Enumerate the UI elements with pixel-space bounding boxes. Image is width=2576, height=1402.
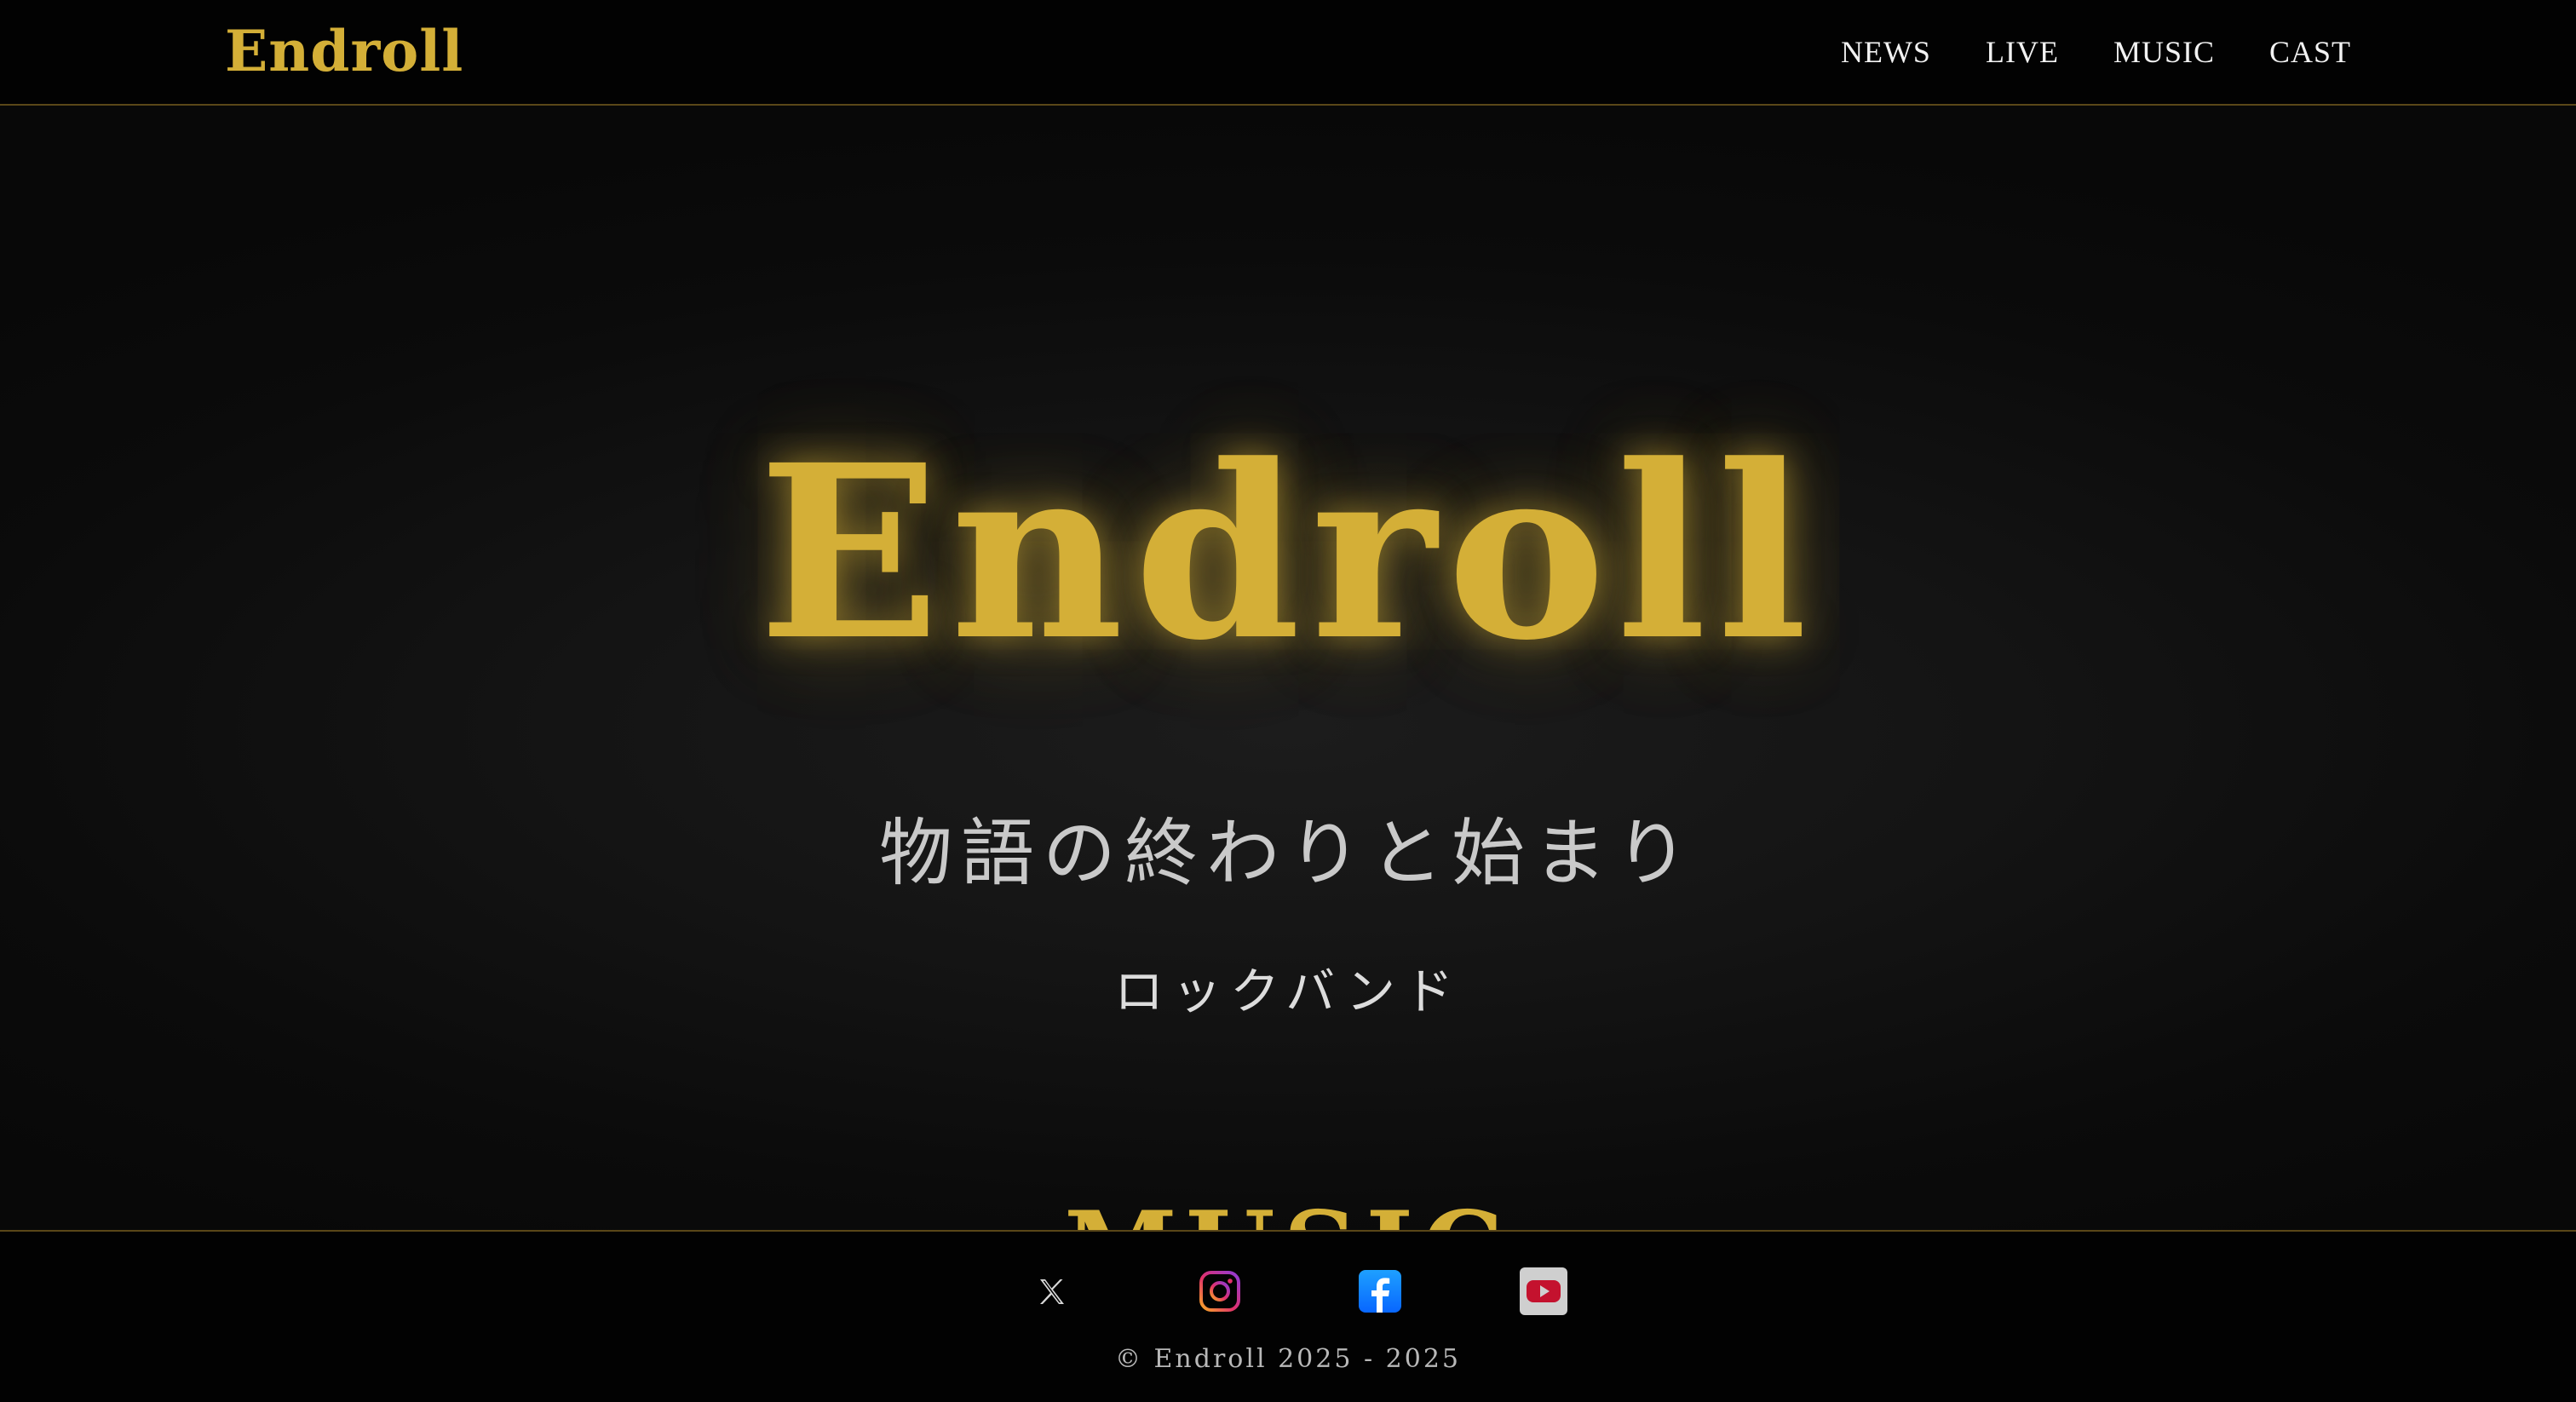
nav-cast[interactable]: CAST xyxy=(2269,31,2351,73)
social-links xyxy=(0,1266,2576,1317)
site-header: Endroll NEWS LIVE MUSIC CAST xyxy=(0,0,2576,106)
brand-logo[interactable]: Endroll xyxy=(225,12,463,90)
main-nav: NEWS LIVE MUSIC CAST xyxy=(1841,31,2351,73)
nav-music[interactable]: MUSIC xyxy=(2113,31,2215,73)
youtube-icon xyxy=(1520,1267,1567,1315)
facebook-link[interactable] xyxy=(1354,1266,1406,1317)
site-footer: © Endroll 2025 - 2025 xyxy=(0,1230,2576,1402)
youtube-link[interactable] xyxy=(1518,1266,1569,1317)
x-link[interactable] xyxy=(1025,1266,1076,1317)
copyright: © Endroll 2025 - 2025 xyxy=(1115,1344,1461,1374)
page: Endroll NEWS LIVE MUSIC CAST Endroll 物語の… xyxy=(0,0,2576,1402)
nav-news[interactable]: NEWS xyxy=(1841,31,1931,73)
x-icon xyxy=(1040,1279,1064,1304)
hero-genre: ロックバンド xyxy=(1113,962,1462,1020)
hero-title: Endroll xyxy=(758,413,1818,693)
instagram-link[interactable] xyxy=(1194,1266,1245,1317)
instagram-icon xyxy=(1199,1271,1240,1312)
hero-tagline: 物語の終わりと始まり xyxy=(879,811,1697,896)
nav-live[interactable]: LIVE xyxy=(1986,31,2059,73)
facebook-icon xyxy=(1359,1270,1401,1313)
